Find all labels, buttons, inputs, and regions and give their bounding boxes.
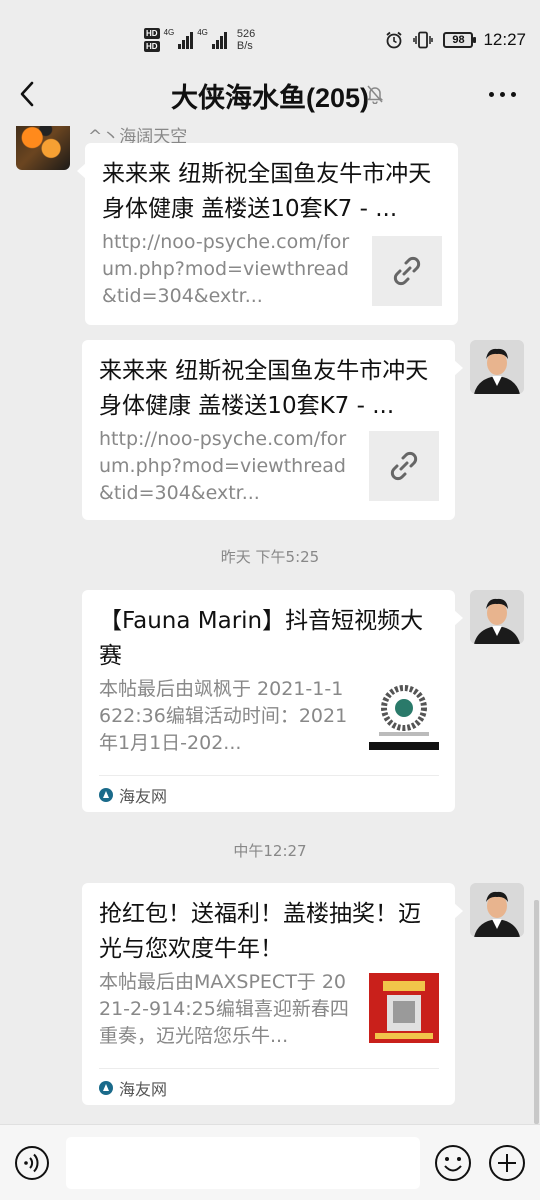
clock: 12:27: [483, 30, 526, 49]
input-bar: [0, 1124, 540, 1200]
vibrate-icon: [413, 31, 434, 49]
message-timestamp: 昨天 下午5:25: [220, 548, 320, 566]
message-timestamp: 中午12:27: [233, 842, 307, 860]
card-summary: 本帖最后由飒枫于 2021-1-1622:36编辑活动时间：2021年1月1日-…: [99, 678, 348, 754]
site-logo-icon: [99, 787, 113, 802]
network-type: 4G: [163, 28, 175, 37]
card-title: 来来来 纽斯祝全国鱼友牛市冲天 身体健康 盖楼送10套K7 - ...: [102, 161, 432, 222]
battery-icon: 98: [443, 32, 477, 48]
card-summary: 本帖最后由MAXSPECT于 2021-2-914:25编辑喜迎新春四重奏，迈光…: [99, 971, 349, 1047]
card-source[interactable]: 海友网: [99, 1068, 439, 1106]
link-card-message[interactable]: 来来来 纽斯祝全国鱼友牛市冲天 身体健康 盖楼送10套K7 - ... http…: [82, 340, 463, 520]
person-photo: [470, 340, 524, 394]
card-url: http://noo-psyche.com/forum.php?mod=view…: [102, 231, 350, 307]
more-dots-icon[interactable]: [489, 92, 516, 97]
status-right: 98 12:27: [385, 28, 526, 52]
link-card-message[interactable]: 来来来 纽斯祝全国鱼友牛市冲天 身体健康 盖楼送10套K7 - ... http…: [77, 143, 458, 325]
chat-header: 大侠海水鱼(205): [0, 62, 540, 126]
network-indicators: HD HD 4G 4G 526 B/s: [144, 24, 255, 56]
card-source[interactable]: 海友网: [99, 775, 439, 813]
alarm-icon: [386, 31, 403, 49]
network-type: 4G: [197, 28, 208, 37]
message-list[interactable]: ^丶海阔天空 来来来 纽斯祝全国鱼友牛市冲天 身体健康 盖楼送10套K7 - .…: [0, 126, 540, 1124]
card-thumbnail: [372, 236, 442, 306]
speed-unit: B/s: [236, 40, 253, 52]
link-icon: [393, 256, 421, 286]
card-title: 抢红包！送福利！盖楼抽奖！迈光与您欢度牛年！: [99, 901, 421, 962]
plus-icon[interactable]: [488, 1144, 526, 1182]
source-name: 海友网: [119, 1079, 168, 1099]
card-thumbnail: [369, 680, 439, 750]
avatar[interactable]: [16, 126, 70, 170]
link-icon: [390, 451, 418, 481]
avatar[interactable]: [470, 340, 524, 394]
bell-off-icon: [366, 85, 384, 104]
hd-badge: HD: [144, 41, 160, 52]
card-title: 来来来 纽斯祝全国鱼友牛市冲天 身体健康 盖楼送10套K7 - ...: [99, 358, 429, 419]
emoji-icon[interactable]: [434, 1144, 472, 1182]
chat-title: 大侠海水鱼(205): [170, 83, 370, 113]
card-thumbnail: [369, 431, 439, 501]
site-logo-icon: [99, 1080, 113, 1095]
signal-icon: [178, 31, 194, 49]
card-title: 【Fauna Marin】抖音短视频大赛: [99, 608, 424, 669]
network-speed: 526 B/s: [237, 28, 255, 52]
speed-value: 526: [236, 28, 256, 40]
voice-icon[interactable]: [14, 1145, 50, 1181]
hd-badge: HD: [144, 28, 160, 39]
scrollbar[interactable]: [534, 900, 539, 1124]
article-card-message[interactable]: 抢红包！送福利！盖楼抽奖！迈光与您欢度牛年！ 本帖最后由MAXSPECT于 20…: [82, 883, 463, 1106]
avatar[interactable]: [470, 883, 524, 937]
avatar[interactable]: [470, 590, 524, 644]
source-name: 海友网: [119, 786, 168, 806]
article-card-message[interactable]: 【Fauna Marin】抖音短视频大赛 本帖最后由飒枫于 2021-1-162…: [82, 590, 463, 813]
qr-code-image: [369, 680, 439, 750]
card-url: http://noo-psyche.com/forum.php?mod=view…: [99, 428, 347, 504]
card-thumbnail: [369, 973, 439, 1043]
person-photo: [470, 590, 524, 644]
message-input[interactable]: [66, 1137, 420, 1189]
signal-icon: [211, 31, 227, 49]
person-photo: [470, 883, 524, 937]
promo-image: [369, 973, 439, 1043]
